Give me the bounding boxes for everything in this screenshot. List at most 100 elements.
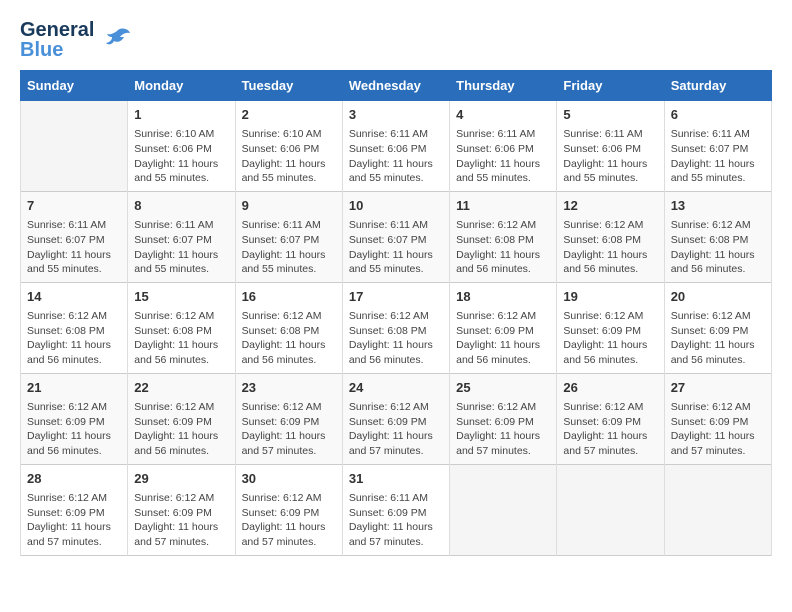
day-number: 27 bbox=[671, 379, 765, 397]
day-number: 1 bbox=[134, 106, 228, 124]
calendar-cell: 19 Sunrise: 6:12 AM Sunset: 6:09 PM Dayli… bbox=[557, 282, 664, 373]
weekday-header-wednesday: Wednesday bbox=[342, 71, 449, 101]
calendar-cell: 29 Sunrise: 6:12 AM Sunset: 6:09 PM Dayli… bbox=[128, 464, 235, 555]
weekday-header-sunday: Sunday bbox=[21, 71, 128, 101]
day-number: 18 bbox=[456, 288, 550, 306]
day-number: 8 bbox=[134, 197, 228, 215]
day-info: Sunrise: 6:11 AM Sunset: 6:06 PM Dayligh… bbox=[349, 127, 443, 186]
calendar-cell: 16 Sunrise: 6:12 AM Sunset: 6:08 PM Dayli… bbox=[235, 282, 342, 373]
day-number: 13 bbox=[671, 197, 765, 215]
calendar-cell bbox=[664, 464, 771, 555]
calendar-cell: 2 Sunrise: 6:10 AM Sunset: 6:06 PM Daylig… bbox=[235, 101, 342, 192]
weekday-header-saturday: Saturday bbox=[664, 71, 771, 101]
day-info: Sunrise: 6:10 AM Sunset: 6:06 PM Dayligh… bbox=[242, 127, 336, 186]
day-info: Sunrise: 6:11 AM Sunset: 6:06 PM Dayligh… bbox=[563, 127, 657, 186]
calendar-cell: 11 Sunrise: 6:12 AM Sunset: 6:08 PM Dayli… bbox=[450, 191, 557, 282]
day-number: 11 bbox=[456, 197, 550, 215]
day-number: 28 bbox=[27, 470, 121, 488]
calendar-cell bbox=[21, 101, 128, 192]
calendar-cell: 18 Sunrise: 6:12 AM Sunset: 6:09 PM Dayli… bbox=[450, 282, 557, 373]
day-number: 20 bbox=[671, 288, 765, 306]
day-number: 21 bbox=[27, 379, 121, 397]
calendar-cell: 1 Sunrise: 6:10 AM Sunset: 6:06 PM Daylig… bbox=[128, 101, 235, 192]
logo: General Blue bbox=[20, 20, 132, 60]
day-number: 30 bbox=[242, 470, 336, 488]
day-info: Sunrise: 6:12 AM Sunset: 6:09 PM Dayligh… bbox=[671, 309, 765, 368]
day-number: 31 bbox=[349, 470, 443, 488]
day-number: 14 bbox=[27, 288, 121, 306]
day-number: 12 bbox=[563, 197, 657, 215]
day-info: Sunrise: 6:12 AM Sunset: 6:09 PM Dayligh… bbox=[27, 491, 121, 550]
calendar-cell: 24 Sunrise: 6:12 AM Sunset: 6:09 PM Dayli… bbox=[342, 373, 449, 464]
day-number: 29 bbox=[134, 470, 228, 488]
day-info: Sunrise: 6:11 AM Sunset: 6:07 PM Dayligh… bbox=[27, 218, 121, 277]
day-number: 6 bbox=[671, 106, 765, 124]
day-info: Sunrise: 6:10 AM Sunset: 6:06 PM Dayligh… bbox=[134, 127, 228, 186]
calendar-cell: 26Sunrise: 6:12 AM Sunset: 6:09 PM Dayli… bbox=[557, 373, 664, 464]
day-number: 22 bbox=[134, 379, 228, 397]
calendar-cell: 31 Sunrise: 6:11 AM Sunset: 6:09 PM Dayli… bbox=[342, 464, 449, 555]
calendar-cell: 22 Sunrise: 6:12 AM Sunset: 6:09 PM Dayli… bbox=[128, 373, 235, 464]
day-info: Sunrise: 6:12 AM Sunset: 6:09 PM Dayligh… bbox=[563, 309, 657, 368]
day-info: Sunrise: 6:12 AM Sunset: 6:09 PM Dayligh… bbox=[671, 400, 765, 459]
day-info: Sunrise: 6:11 AM Sunset: 6:07 PM Dayligh… bbox=[349, 218, 443, 277]
calendar-cell: 6 Sunrise: 6:11 AM Sunset: 6:07 PM Daylig… bbox=[664, 101, 771, 192]
day-info: Sunrise: 6:12 AM Sunset: 6:08 PM Dayligh… bbox=[563, 218, 657, 277]
calendar-table: SundayMondayTuesdayWednesdayThursdayFrid… bbox=[20, 70, 772, 556]
calendar-cell: 28 Sunrise: 6:12 AM Sunset: 6:09 PM Dayli… bbox=[21, 464, 128, 555]
day-info: Sunrise: 6:12 AM Sunset: 6:09 PM Dayligh… bbox=[456, 309, 550, 368]
day-info: Sunrise: 6:12 AM Sunset: 6:08 PM Dayligh… bbox=[134, 309, 228, 368]
calendar-cell: 4Sunrise: 6:11 AM Sunset: 6:06 PM Daylig… bbox=[450, 101, 557, 192]
calendar-cell bbox=[557, 464, 664, 555]
calendar-cell: 15 Sunrise: 6:12 AM Sunset: 6:08 PM Dayli… bbox=[128, 282, 235, 373]
calendar-cell: 20 Sunrise: 6:12 AM Sunset: 6:09 PM Dayli… bbox=[664, 282, 771, 373]
day-number: 2 bbox=[242, 106, 336, 124]
calendar-cell: 3 Sunrise: 6:11 AM Sunset: 6:06 PM Daylig… bbox=[342, 101, 449, 192]
logo-bird-icon bbox=[102, 23, 132, 58]
calendar-cell: 12 Sunrise: 6:12 AM Sunset: 6:08 PM Dayli… bbox=[557, 191, 664, 282]
calendar-cell: 25 Sunrise: 6:12 AM Sunset: 6:09 PM Dayli… bbox=[450, 373, 557, 464]
day-info: Sunrise: 6:12 AM Sunset: 6:09 PM Dayligh… bbox=[349, 400, 443, 459]
weekday-header-monday: Monday bbox=[128, 71, 235, 101]
calendar-cell: 13 Sunrise: 6:12 AM Sunset: 6:08 PM Dayli… bbox=[664, 191, 771, 282]
day-number: 5 bbox=[563, 106, 657, 124]
day-info: Sunrise: 6:11 AM Sunset: 6:07 PM Dayligh… bbox=[671, 127, 765, 186]
weekday-header-thursday: Thursday bbox=[450, 71, 557, 101]
day-number: 25 bbox=[456, 379, 550, 397]
calendar-cell: 5 Sunrise: 6:11 AM Sunset: 6:06 PM Daylig… bbox=[557, 101, 664, 192]
day-number: 15 bbox=[134, 288, 228, 306]
day-info: Sunrise: 6:12 AM Sunset: 6:08 PM Dayligh… bbox=[671, 218, 765, 277]
logo-blue: Blue bbox=[20, 40, 94, 60]
calendar-cell: 30Sunrise: 6:12 AM Sunset: 6:09 PM Dayli… bbox=[235, 464, 342, 555]
day-info: Sunrise: 6:12 AM Sunset: 6:08 PM Dayligh… bbox=[456, 218, 550, 277]
day-info: Sunrise: 6:12 AM Sunset: 6:09 PM Dayligh… bbox=[242, 400, 336, 459]
day-info: Sunrise: 6:11 AM Sunset: 6:07 PM Dayligh… bbox=[242, 218, 336, 277]
calendar-cell: 8 Sunrise: 6:11 AM Sunset: 6:07 PM Daylig… bbox=[128, 191, 235, 282]
calendar-cell: 17Sunrise: 6:12 AM Sunset: 6:08 PM Dayli… bbox=[342, 282, 449, 373]
calendar-cell: 7 Sunrise: 6:11 AM Sunset: 6:07 PM Daylig… bbox=[21, 191, 128, 282]
day-info: Sunrise: 6:11 AM Sunset: 6:09 PM Dayligh… bbox=[349, 491, 443, 550]
day-number: 3 bbox=[349, 106, 443, 124]
calendar-cell bbox=[450, 464, 557, 555]
calendar-cell: 21Sunrise: 6:12 AM Sunset: 6:09 PM Dayli… bbox=[21, 373, 128, 464]
calendar-cell: 23 Sunrise: 6:12 AM Sunset: 6:09 PM Dayli… bbox=[235, 373, 342, 464]
day-number: 19 bbox=[563, 288, 657, 306]
day-number: 16 bbox=[242, 288, 336, 306]
day-info: Sunrise: 6:11 AM Sunset: 6:07 PM Dayligh… bbox=[134, 218, 228, 277]
day-number: 10 bbox=[349, 197, 443, 215]
weekday-header-friday: Friday bbox=[557, 71, 664, 101]
day-info: Sunrise: 6:12 AM Sunset: 6:09 PM Dayligh… bbox=[134, 491, 228, 550]
day-number: 4 bbox=[456, 106, 550, 124]
day-info: Sunrise: 6:12 AM Sunset: 6:08 PM Dayligh… bbox=[349, 309, 443, 368]
calendar-cell: 27 Sunrise: 6:12 AM Sunset: 6:09 PM Dayli… bbox=[664, 373, 771, 464]
day-info: Sunrise: 6:12 AM Sunset: 6:09 PM Dayligh… bbox=[134, 400, 228, 459]
logo-general: General bbox=[20, 20, 94, 40]
day-number: 9 bbox=[242, 197, 336, 215]
day-info: Sunrise: 6:12 AM Sunset: 6:08 PM Dayligh… bbox=[242, 309, 336, 368]
day-number: 24 bbox=[349, 379, 443, 397]
day-info: Sunrise: 6:12 AM Sunset: 6:09 PM Dayligh… bbox=[456, 400, 550, 459]
calendar-cell: 10 Sunrise: 6:11 AM Sunset: 6:07 PM Dayli… bbox=[342, 191, 449, 282]
day-number: 7 bbox=[27, 197, 121, 215]
day-number: 23 bbox=[242, 379, 336, 397]
calendar-cell: 14Sunrise: 6:12 AM Sunset: 6:08 PM Dayli… bbox=[21, 282, 128, 373]
